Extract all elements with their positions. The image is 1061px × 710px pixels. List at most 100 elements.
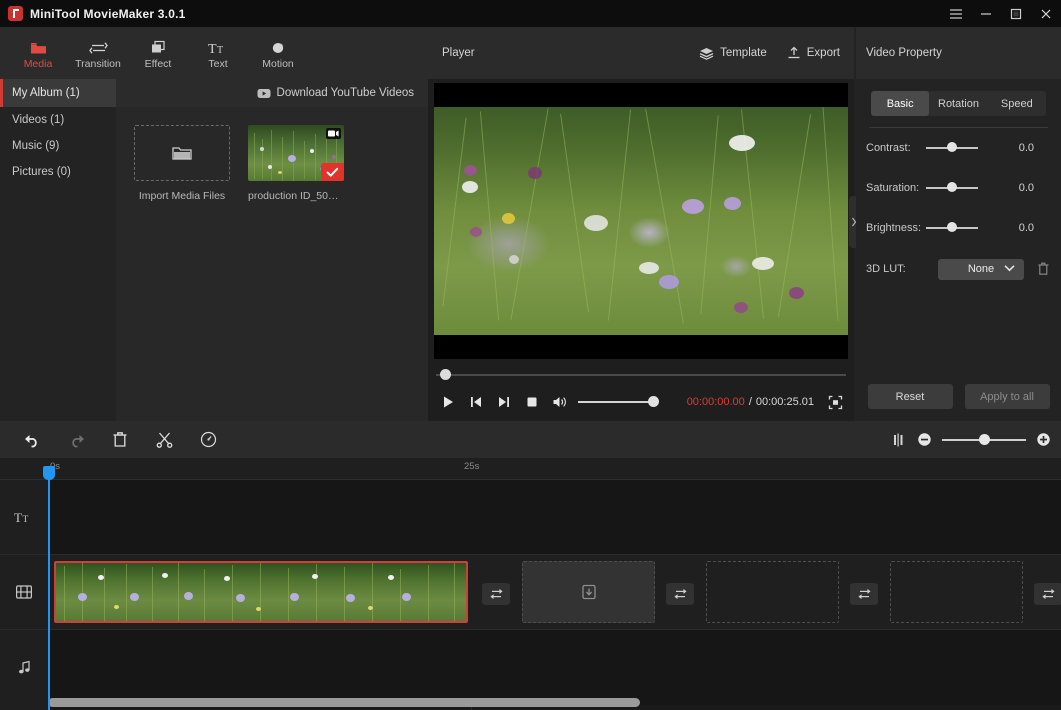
reset-button[interactable]: Reset xyxy=(867,384,953,409)
player-controls: 00:00:00.00 / 00:00:25.01 xyxy=(428,359,854,421)
import-media-dropzone[interactable] xyxy=(134,125,230,181)
timeline-scrollbar[interactable] xyxy=(48,698,1051,707)
zoom-out-button[interactable] xyxy=(917,432,932,447)
video-preview-stage[interactable] xyxy=(434,83,848,359)
lut-select-value: None xyxy=(967,263,995,275)
transition-slot-3[interactable] xyxy=(850,583,878,605)
previous-frame-button[interactable] xyxy=(462,389,490,415)
audio-track[interactable] xyxy=(48,630,1061,705)
tab-basic-label: Basic xyxy=(886,97,914,110)
player-panel: Player Template Export 00:00:00.00 / 00:… xyxy=(428,27,854,421)
volume-button[interactable] xyxy=(546,389,574,415)
brightness-handle[interactable] xyxy=(947,222,957,232)
lut-delete-button[interactable] xyxy=(1035,261,1051,277)
transition-slot-1[interactable] xyxy=(482,583,510,605)
video-frame xyxy=(434,107,848,335)
property-panel-header: Video Property xyxy=(856,27,1061,79)
menu-icon[interactable] xyxy=(941,0,971,27)
volume-handle[interactable] xyxy=(648,396,659,407)
saturation-label: Saturation: xyxy=(866,182,920,194)
zoom-handle[interactable] xyxy=(979,433,990,445)
layers-icon xyxy=(699,47,714,60)
stop-button[interactable] xyxy=(518,389,546,415)
playhead[interactable] xyxy=(43,466,55,710)
tab-text[interactable]: TT Text xyxy=(188,27,248,79)
volume-slider[interactable] xyxy=(578,396,668,408)
contrast-handle[interactable] xyxy=(947,142,957,152)
svg-text:T: T xyxy=(23,515,29,524)
effect-icon xyxy=(150,37,167,55)
download-youtube-videos-label: Download YouTube Videos xyxy=(276,87,414,99)
drop-zone-1[interactable] xyxy=(522,561,655,623)
playhead-handle[interactable] xyxy=(43,466,55,480)
drop-zone-3[interactable] xyxy=(890,561,1023,623)
category-list: Videos (1) Music (9) Pictures (0) xyxy=(0,107,116,421)
timeline: 0s 25s TT xyxy=(0,458,1061,710)
apply-to-all-button[interactable]: Apply to all xyxy=(964,384,1050,409)
minimize-icon[interactable] xyxy=(971,0,1001,27)
saturation-handle[interactable] xyxy=(947,182,957,192)
tab-effect[interactable]: Effect xyxy=(128,27,188,79)
title-bar: MiniTool MovieMaker 3.0.1 xyxy=(0,0,1061,27)
contrast-value: 0.0 xyxy=(1018,142,1034,154)
speed-button[interactable] xyxy=(186,421,230,458)
media-thumbnail[interactable] xyxy=(248,125,344,181)
zoom-in-button[interactable] xyxy=(1036,432,1051,447)
category-videos[interactable]: Videos (1) xyxy=(0,107,116,133)
category-videos-label: Videos (1) xyxy=(12,114,65,126)
transition-slot-2[interactable] xyxy=(666,583,694,605)
timeline-ruler[interactable]: 0s 25s xyxy=(0,458,1061,480)
video-track[interactable] xyxy=(48,555,1061,630)
album-bar: My Album (1) Download YouTube Videos xyxy=(0,79,428,107)
next-frame-button[interactable] xyxy=(490,389,518,415)
app-window: MiniTool MovieMaker 3.0.1 Media Transiti… xyxy=(0,0,1061,710)
timeline-scrollbar-thumb[interactable] xyxy=(48,698,640,707)
seek-handle[interactable] xyxy=(440,369,451,380)
undo-button[interactable] xyxy=(10,421,54,458)
video-track-header[interactable] xyxy=(0,555,48,630)
tab-transition[interactable]: Transition xyxy=(68,27,128,79)
fit-timeline-button[interactable] xyxy=(892,433,907,447)
tab-rotation[interactable]: Rotation xyxy=(929,91,987,116)
drop-zone-2[interactable] xyxy=(706,561,839,623)
tab-media[interactable]: Media xyxy=(8,27,68,79)
app-logo-icon xyxy=(8,6,23,21)
media-grid: Import Media Files production ID_5005... xyxy=(116,107,428,421)
download-youtube-videos-button[interactable]: Download YouTube Videos xyxy=(257,87,414,99)
audio-track-header[interactable] xyxy=(0,630,48,705)
contrast-slider[interactable] xyxy=(926,142,978,154)
text-track[interactable] xyxy=(48,480,1061,555)
tab-basic[interactable]: Basic xyxy=(871,91,930,116)
category-pictures[interactable]: Pictures (0) xyxy=(0,159,116,185)
seek-bar[interactable] xyxy=(436,369,846,381)
tab-rotation-label: Rotation xyxy=(938,97,979,110)
album-tab-my-album[interactable]: My Album (1) xyxy=(0,79,116,107)
category-music[interactable]: Music (9) xyxy=(0,133,116,159)
split-button[interactable] xyxy=(142,421,186,458)
video-clip-1[interactable] xyxy=(54,561,468,623)
tab-speed[interactable]: Speed xyxy=(988,91,1046,116)
template-button[interactable]: Template xyxy=(699,47,767,60)
brightness-slider[interactable] xyxy=(926,222,978,234)
timeline-toolbar xyxy=(0,421,1061,458)
export-button[interactable]: Export xyxy=(787,46,840,60)
redo-button[interactable] xyxy=(54,421,98,458)
category-pictures-label: Pictures (0) xyxy=(12,166,71,178)
play-button[interactable] xyxy=(434,389,462,415)
lut-select[interactable]: None xyxy=(938,258,1024,280)
timeline-zoom-slider[interactable] xyxy=(942,433,1026,446)
import-media-cell[interactable]: Import Media Files xyxy=(134,125,230,421)
media-item[interactable]: production ID_5005... xyxy=(248,125,344,421)
app-title: MiniTool MovieMaker 3.0.1 xyxy=(30,6,186,21)
transition-slot-4[interactable] xyxy=(1034,583,1061,605)
saturation-slider[interactable] xyxy=(926,182,978,194)
close-icon[interactable] xyxy=(1031,0,1061,27)
import-media-label: Import Media Files xyxy=(138,190,226,202)
tab-motion[interactable]: Motion xyxy=(248,27,308,79)
delete-button[interactable] xyxy=(98,421,142,458)
letterbox-top xyxy=(434,83,848,107)
svg-text:T: T xyxy=(217,45,223,55)
text-track-header[interactable]: TT xyxy=(0,480,48,555)
maximize-icon[interactable] xyxy=(1001,0,1031,27)
fullscreen-button[interactable] xyxy=(822,389,848,415)
